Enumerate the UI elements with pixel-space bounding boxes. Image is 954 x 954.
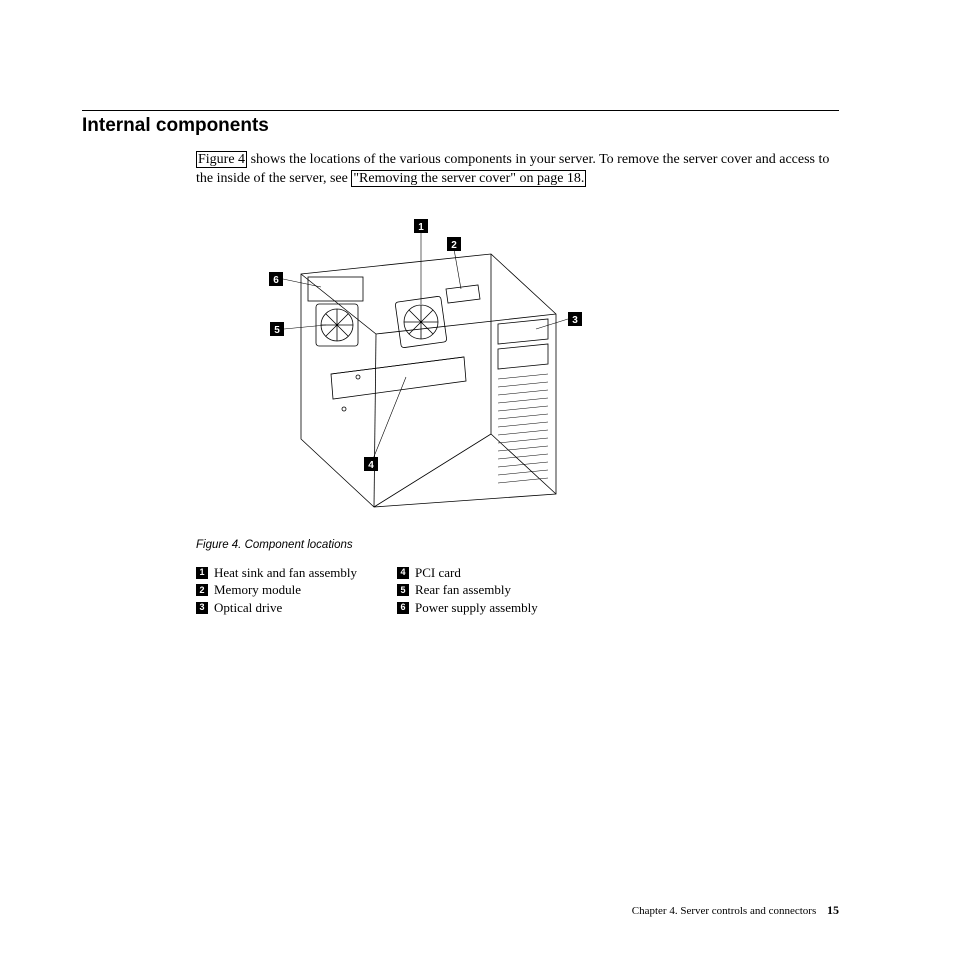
legend-item: 5 Rear fan assembly	[397, 582, 538, 598]
legend-num: 2	[196, 584, 208, 596]
callout-5: 5	[274, 325, 280, 336]
callout-3: 3	[572, 315, 578, 326]
legend-num: 1	[196, 567, 208, 579]
legend-label: PCI card	[415, 565, 461, 581]
legend-col-right: 4 PCI card 5 Rear fan assembly 6 Power supp…	[397, 565, 538, 616]
cross-ref-link[interactable]: "Removing the server cover" on page 18.	[351, 170, 586, 187]
legend-label: Rear fan assembly	[415, 582, 511, 598]
figure-4: 1 2 3 4 5 6	[196, 209, 636, 519]
callout-1: 1	[418, 222, 424, 233]
callout-2: 2	[451, 240, 457, 251]
legend-item: 2 Memory module	[196, 582, 357, 598]
callout-6: 6	[273, 275, 279, 286]
legend-num: 5	[397, 584, 409, 596]
legend-item: 6 Power supply assembly	[397, 600, 538, 616]
legend-item: 1 Heat sink and fan assembly	[196, 565, 357, 581]
legend-item: 4 PCI card	[397, 565, 538, 581]
body-paragraph: Figure 4 shows the locations of the vari…	[196, 151, 839, 189]
footer-page-number: 15	[827, 903, 839, 917]
figure-caption: Figure 4. Component locations	[196, 539, 839, 551]
legend-item: 3 Optical drive	[196, 600, 357, 616]
section-heading: Internal components	[82, 115, 839, 137]
legend-label: Heat sink and fan assembly	[214, 565, 357, 581]
legend-num: 3	[196, 602, 208, 614]
callout-4: 4	[368, 460, 374, 471]
legend-num: 6	[397, 602, 409, 614]
footer-chapter: Chapter 4. Server controls and connector…	[632, 905, 817, 917]
legend-col-left: 1 Heat sink and fan assembly 2 Memory modu…	[196, 565, 357, 616]
section-rule	[82, 110, 839, 111]
legend: 1 Heat sink and fan assembly 2 Memory modu…	[196, 565, 839, 616]
legend-label: Optical drive	[214, 600, 282, 616]
legend-label: Memory module	[214, 582, 301, 598]
figure-ref-link[interactable]: Figure 4	[196, 151, 247, 168]
legend-num: 4	[397, 567, 409, 579]
server-diagram-svg: 1 2 3 4 5 6	[196, 209, 636, 519]
legend-label: Power supply assembly	[415, 600, 538, 616]
page-footer: Chapter 4. Server controls and connector…	[632, 903, 839, 918]
